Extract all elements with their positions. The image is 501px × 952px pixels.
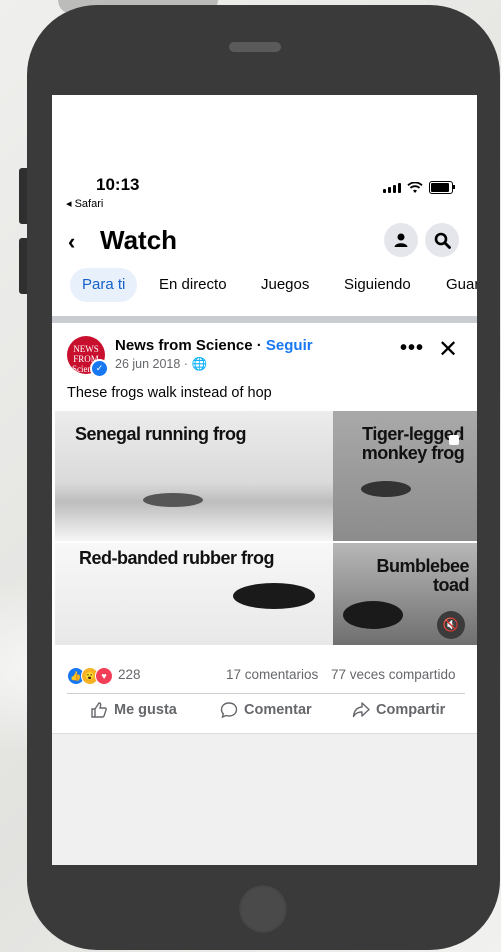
post-date-line: 26 jun 2018 · 🌐 [115,357,207,372]
tab-guardado[interactable]: Guar [446,268,477,302]
status-time: 10:13 [96,175,140,194]
back-arrow-icon[interactable]: ‹ [68,229,75,255]
comment-label: Comentar [244,702,312,718]
back-to-safari[interactable]: ◂ Safari [66,197,103,210]
post-actions: Me gusta Comentar Compartir [52,701,477,727]
frog-image [361,481,411,497]
video-panel-red-banded: Red-banded rubber frog [55,543,333,645]
home-button[interactable] [238,884,288,934]
post-caption: These frogs walk instead of hop [67,385,272,401]
frog-image [143,493,203,507]
tab-juegos[interactable]: Juegos [261,268,309,302]
comment-button[interactable]: Comentar [220,701,312,719]
video-panel-senegal: Senegal running frog [55,411,333,541]
share-button[interactable]: Compartir [352,701,445,719]
close-icon[interactable]: ✕ [438,335,458,364]
section-divider [52,316,477,323]
search-icon [434,232,451,249]
reactions-count[interactable]: 228 [118,667,141,682]
video-player[interactable]: Senegal running frog Tiger-legged monkey… [55,411,477,645]
panel-label: Red-banded rubber frog [79,548,275,568]
post-header: NEWS FROM Science ✓ News from Science · … [52,331,477,378]
post-date[interactable]: 26 jun 2018 · [115,357,191,371]
globe-icon: 🌐 [191,357,208,371]
cellular-signal-icon [383,182,401,193]
verified-badge-icon: ✓ [90,359,109,378]
share-arrow-icon [352,702,370,718]
comment-bubble-icon [220,702,238,719]
tab-para-ti[interactable]: Para ti [70,268,138,302]
frog-image [233,583,315,609]
screen: 10:13 ◂ Safari ‹ Watch Para ti En direct… [52,95,477,865]
panel-label: Senegal running frog [75,424,247,444]
battery-icon [429,181,455,194]
comments-count[interactable]: 17 comentarios [226,667,318,682]
status-icons [383,181,455,194]
page-name-line: News from Science · Seguir [115,337,313,354]
actions-divider [67,693,465,694]
tab-siguiendo[interactable]: Siguiendo [344,268,411,302]
shares-count[interactable]: 77 veces compartido [331,667,456,682]
person-icon [394,233,408,247]
thumbs-up-icon [91,702,107,718]
tab-en-directo[interactable]: En directo [159,268,227,302]
name-separator: · [252,337,266,354]
love-reaction-icon: ♥ [95,667,113,685]
page-name[interactable]: News from Science [115,337,253,354]
like-label: Me gusta [114,702,177,718]
more-options-icon[interactable]: ••• [400,337,424,360]
profile-button[interactable] [384,223,418,257]
like-button[interactable]: Me gusta [90,701,177,719]
wifi-icon [407,181,423,193]
phone-body: 10:13 ◂ Safari ‹ Watch Para ti En direct… [27,5,500,950]
page-title: Watch [100,225,178,255]
follow-button[interactable]: Seguir [266,337,313,354]
post-stats: 👍 😮 ♥ 228 17 comentarios 77 veces compar… [52,667,477,687]
panel-label: Bumblebee toad [376,556,469,595]
search-button[interactable] [425,223,459,257]
next-content-area [52,733,477,865]
earpiece-speaker [229,42,281,52]
watch-header: ‹ Watch [52,217,477,263]
frog-image [343,601,403,629]
pip-icon[interactable] [449,435,459,445]
mute-icon[interactable]: 🔇 [437,611,465,639]
watch-tabs: Para ti En directo Juegos Siguiendo Guar [52,268,477,304]
share-label: Compartir [376,702,446,718]
video-panel-tiger-legged: Tiger-legged monkey frog [333,411,477,541]
